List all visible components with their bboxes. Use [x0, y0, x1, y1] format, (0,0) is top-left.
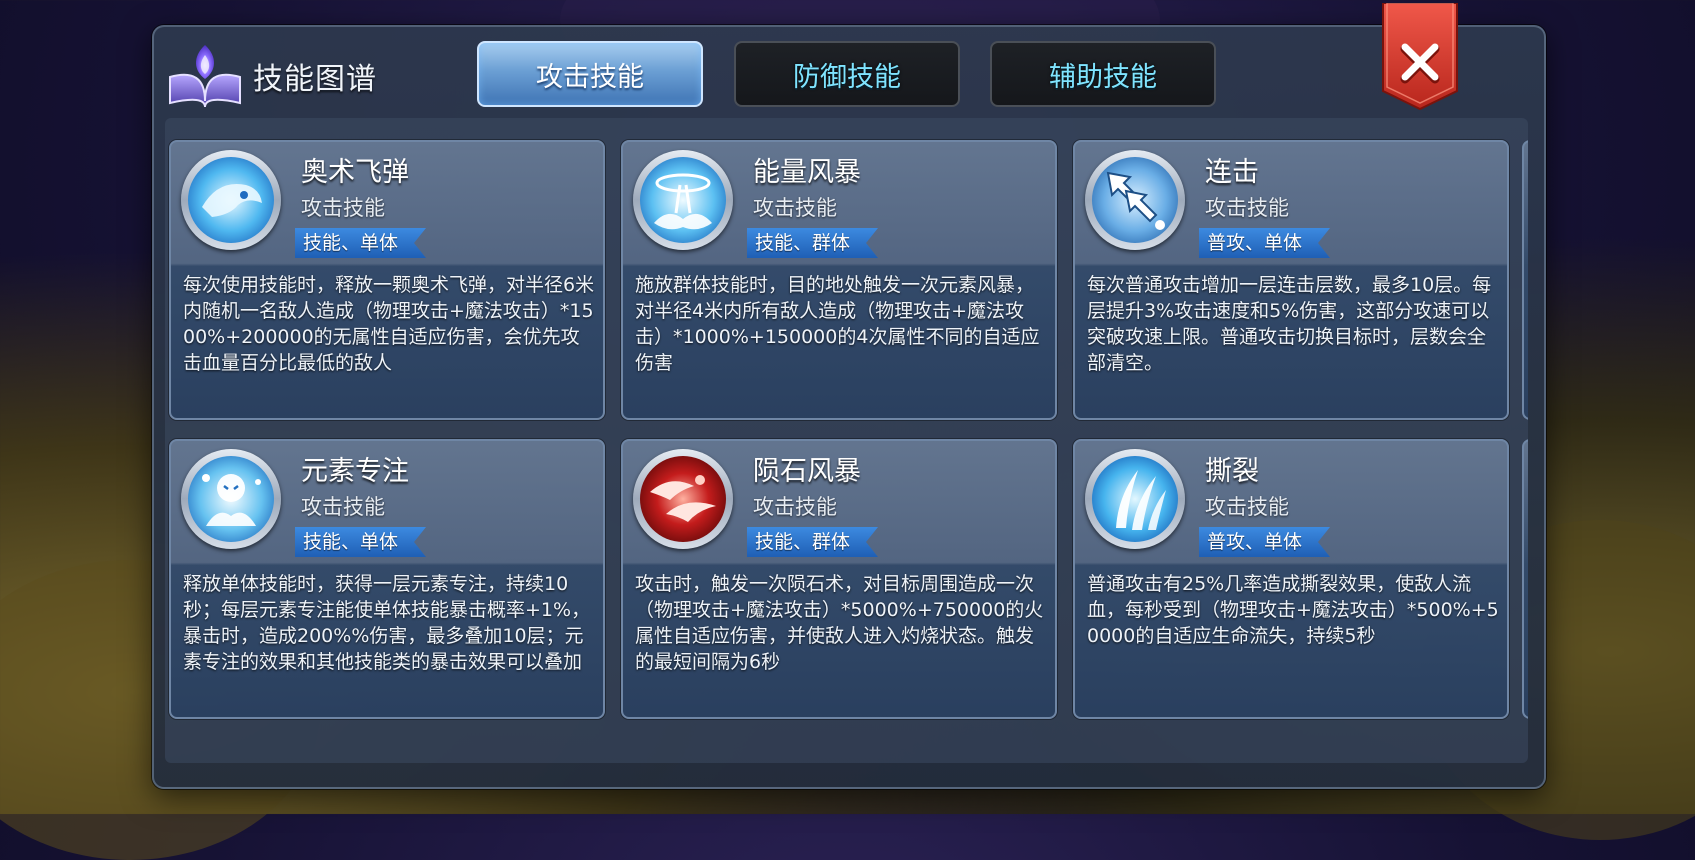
skill-icon-frame	[633, 449, 733, 549]
skill-description: 每次普通攻击增加一层连击层数，最多10层。每层提升3%攻击速度和5%伤害，这部分…	[1087, 274, 1492, 374]
skill-category: 攻击技能	[301, 495, 385, 519]
skill-description: 释放单体技能时，获得一层元素专注，持续10秒；每层元素专注能使单体技能暴击概率+…	[183, 573, 591, 673]
skill-name: 奥术飞弹	[301, 157, 409, 188]
skill-category: 攻击技能	[753, 196, 837, 220]
skill-card-arcane-missile[interactable]: 奥术飞弹 攻击技能 技能、单体 每次使用技能时，释放一颗奥术飞弹，对半径6米内随…	[169, 140, 605, 420]
skill-description: 攻击时，触发一次陨石术，对目标周围造成一次（物理攻击+魔法攻击）*5000%+7…	[635, 573, 1044, 673]
skill-card-energy-storm[interactable]: 能量风暴 攻击技能 技能、群体 施放群体技能时，目的地处触发一次元素风暴，对半径…	[621, 140, 1057, 420]
element-focus-icon	[188, 456, 274, 542]
skill-grid: 奥术飞弹 攻击技能 技能、单体 每次使用技能时，释放一颗奥术飞弹，对半径6米内随…	[165, 118, 1528, 763]
skill-name: 陨石风暴	[753, 456, 861, 487]
close-button[interactable]	[1381, 2, 1459, 111]
skill-tag: 技能、单体	[295, 527, 426, 557]
skill-category: 攻击技能	[1205, 495, 1289, 519]
tab-attack-skills[interactable]: 攻击技能	[477, 41, 703, 107]
skill-card-combo[interactable]: 连击 攻击技能 普攻、单体 每次普通攻击增加一层连击层数，最多10层。每层提升3…	[1073, 140, 1509, 420]
skill-name: 能量风暴	[753, 157, 861, 188]
skill-atlas-dialog: 技能图谱 攻击技能 防御技能 辅助技能 奥术飞弹 攻击技能 技能、单体 每次使用…	[152, 2, 1546, 789]
skill-category: 攻击技能	[753, 495, 837, 519]
skill-name: 元素专注	[301, 456, 409, 487]
dialog-header: 技能图谱 攻击技能 防御技能 辅助技能	[154, 2, 1544, 122]
skill-description: 施放群体技能时，目的地处触发一次元素风暴，对半径4米内所有敌人造成（物理攻击+魔…	[635, 274, 1040, 374]
skill-description: 每次使用技能时，释放一颗奥术飞弹，对半径6米内随机一名敌人造成（物理攻击+魔法攻…	[183, 274, 595, 374]
skill-icon-frame	[181, 449, 281, 549]
skill-category: 攻击技能	[301, 196, 385, 220]
tab-defense-skills[interactable]: 防御技能	[734, 41, 960, 107]
skill-card-rend[interactable]: 撕裂 攻击技能 普攻、单体 普通攻击有25%几率造成撕裂效果，使敌人流血，每秒受…	[1073, 439, 1509, 719]
energy-storm-icon	[640, 157, 726, 243]
skill-tag: 技能、群体	[747, 527, 878, 557]
skill-book-icon	[164, 37, 246, 109]
skill-tag: 技能、单体	[295, 228, 426, 258]
rend-icon	[1092, 456, 1178, 542]
skill-tag: 普攻、单体	[1199, 228, 1330, 258]
skill-icon-frame	[181, 150, 281, 250]
skill-category: 攻击技能	[1205, 196, 1289, 220]
skill-icon-frame	[633, 150, 733, 250]
skill-icon-frame	[1085, 150, 1185, 250]
next-skill-card-peek	[1522, 140, 1528, 420]
skill-description: 普通攻击有25%几率造成撕裂效果，使敌人流血，每秒受到（物理攻击+魔法攻击）*5…	[1087, 573, 1499, 647]
tab-support-skills[interactable]: 辅助技能	[990, 41, 1216, 107]
dialog-title: 技能图谱	[253, 62, 377, 97]
next-skill-card-peek	[1522, 439, 1528, 719]
arcane-missile-icon	[188, 157, 274, 243]
skill-name: 连击	[1205, 157, 1259, 188]
combo-strike-icon	[1092, 157, 1178, 243]
skill-tag: 普攻、单体	[1199, 527, 1330, 557]
skill-name: 撕裂	[1205, 456, 1259, 487]
skill-card-meteor-storm[interactable]: 陨石风暴 攻击技能 技能、群体 攻击时，触发一次陨石术，对目标周围造成一次（物理…	[621, 439, 1057, 719]
skill-card-element-focus[interactable]: 元素专注 攻击技能 技能、单体 释放单体技能时，获得一层元素专注，持续10秒；每…	[169, 439, 605, 719]
skill-tag: 技能、群体	[747, 228, 878, 258]
meteor-storm-icon	[640, 456, 726, 542]
skill-icon-frame	[1085, 449, 1185, 549]
